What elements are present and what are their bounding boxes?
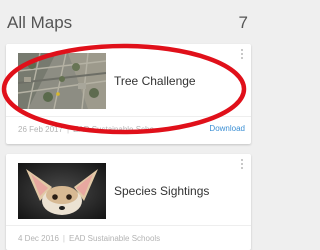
maps-count: 7 — [238, 13, 248, 32]
map-org: EAD Sustainable Scho... — [73, 125, 161, 134]
download-button[interactable]: Download — [209, 124, 245, 133]
page-title: All Maps — [7, 13, 73, 32]
meta-separator: | — [62, 234, 65, 243]
aerial-map-thumbnail[interactable] — [18, 53, 106, 109]
map-meta: 26 Feb 2017 | EAD Sustainable Scho... — [18, 125, 185, 134]
map-card-species-sightings[interactable]: Species Sightings 4 Dec 2016 | EAD Sustain… — [6, 154, 251, 250]
card-divider — [6, 225, 251, 226]
map-date: 26 Feb 2017 — [18, 125, 63, 134]
more-options-icon[interactable] — [239, 159, 245, 173]
maps-header: All Maps 7 — [0, 0, 257, 40]
card-divider — [6, 116, 251, 117]
map-meta: 4 Dec 2016 | EAD Sustainable Schools — [18, 234, 218, 243]
map-date: 4 Dec 2016 — [18, 234, 59, 243]
map-card-tree-challenge[interactable]: Tree Challenge 26 Feb 2017 | EAD Sustainab… — [6, 44, 251, 144]
meta-separator: | — [66, 125, 70, 134]
map-org: EAD Sustainable Schools — [69, 234, 161, 243]
fennec-fox-thumbnail[interactable] — [18, 163, 106, 219]
map-title[interactable]: Tree Challenge — [114, 74, 196, 88]
map-title[interactable]: Species Sightings — [114, 184, 209, 198]
more-options-icon[interactable] — [239, 49, 245, 63]
